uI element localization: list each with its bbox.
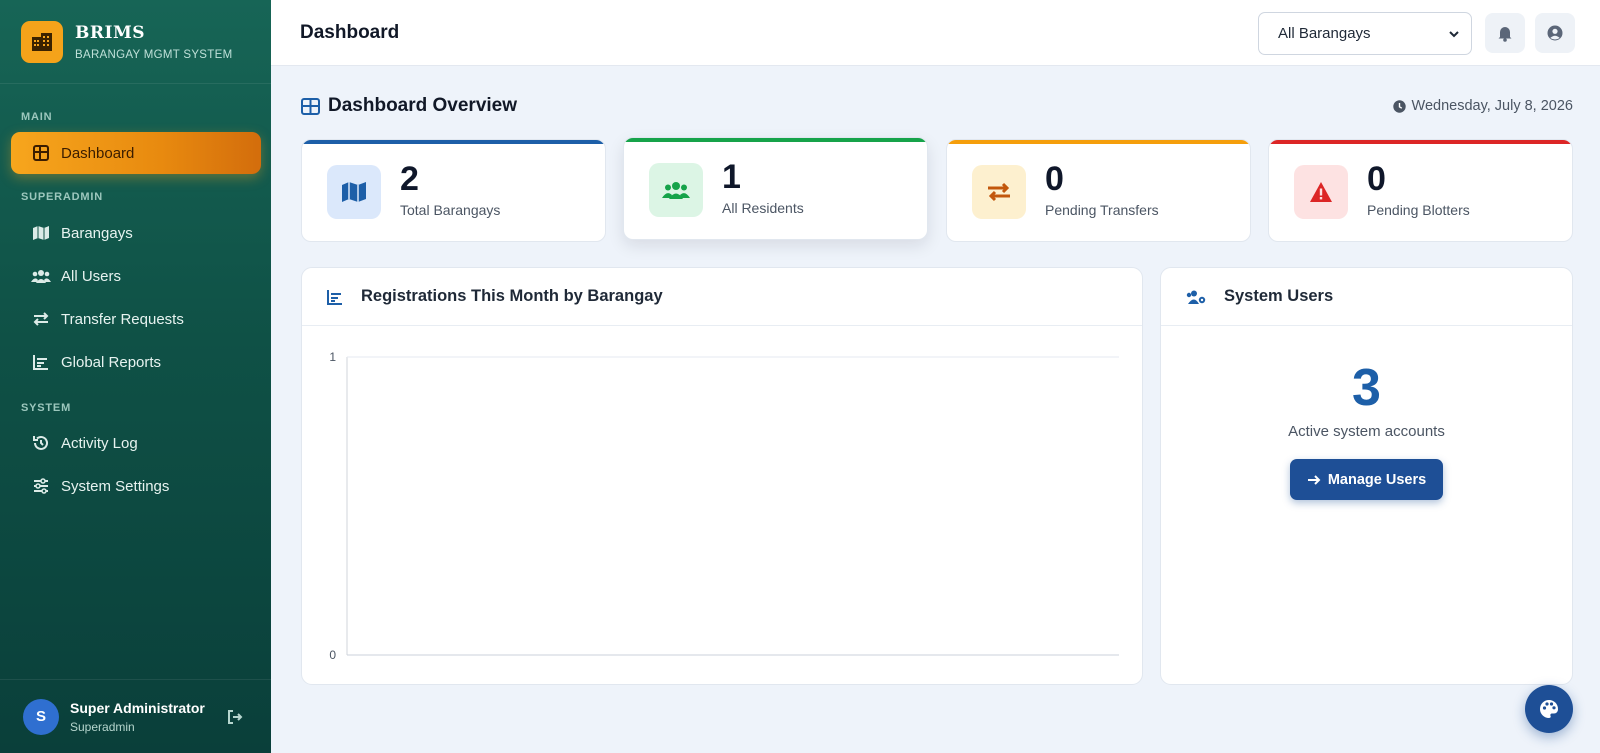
card-title: System Users [1224, 287, 1334, 305]
stat-value: 0 [1367, 160, 1386, 198]
system-users-count: 3 [1352, 359, 1381, 417]
users-cog-icon [1186, 289, 1206, 305]
section-label-main: MAIN [21, 111, 53, 123]
chart-icon [31, 352, 51, 372]
user-name: Super Administrator [70, 699, 205, 716]
sidebar: BRIMS BARANGAY MGMT SYSTEM MAIN Dashboar… [0, 0, 271, 753]
sidebar-item-label: Barangays [61, 224, 133, 242]
registrations-chart-svg: 01 [329, 350, 1119, 662]
sidebar-item-activity-log[interactable]: Activity Log [11, 422, 261, 464]
stat-card-pending-transfers[interactable]: 0 Pending Transfers [946, 139, 1251, 242]
section-label-superadmin: SUPERADMIN [21, 191, 103, 203]
logout-icon[interactable] [227, 709, 243, 725]
stat-value: 2 [400, 160, 419, 198]
clock-icon [1392, 99, 1406, 113]
users-icon [31, 266, 51, 286]
sidebar-item-global-reports[interactable]: Global Reports [11, 341, 261, 383]
sidebar-item-label: Transfer Requests [61, 310, 184, 328]
building-icon [21, 20, 63, 63]
user-circle-icon [1547, 25, 1563, 41]
brand-title: BRIMS [75, 22, 146, 43]
stat-card-all-residents[interactable]: 1 All Residents [623, 137, 928, 240]
topbar: Dashboard All Barangays [271, 0, 1600, 66]
stat-label: Pending Blotters [1367, 202, 1470, 218]
stat-label: Pending Transfers [1045, 202, 1159, 218]
stat-value: 1 [722, 158, 741, 196]
stat-label: Total Barangays [400, 202, 501, 218]
manage-users-label: Manage Users [1327, 471, 1427, 488]
sidebar-item-system-settings[interactable]: System Settings [11, 465, 261, 507]
sidebar-item-dashboard[interactable]: Dashboard [11, 132, 261, 174]
brand: BRIMS BARANGAY MGMT SYSTEM [0, 0, 271, 84]
y-tick-label: 0 [329, 648, 336, 662]
user-profile: S Super Administrator Superadmin [0, 679, 271, 753]
stat-card-pending-blotters[interactable]: 0 Pending Blotters [1268, 139, 1573, 242]
sidebar-item-label: Global Reports [61, 353, 162, 371]
users-icon [649, 163, 703, 217]
chart-icon [327, 289, 343, 305]
registrations-chart: 01 [302, 327, 1142, 684]
history-icon [31, 433, 51, 453]
page-title: Dashboard [300, 22, 400, 43]
palette-icon [1539, 699, 1559, 719]
sidebar-item-all-users[interactable]: All Users [11, 255, 261, 297]
system-users-card: System Users 3 Active system accounts Ma… [1160, 267, 1573, 685]
notification-button[interactable] [1485, 13, 1525, 53]
sidebar-item-label: System Settings [61, 477, 170, 495]
user-role: Superadmin [70, 719, 135, 734]
sidebar-item-label: All Users [61, 267, 122, 285]
arrow-right-icon [1307, 474, 1321, 486]
sidebar-item-barangays[interactable]: Barangays [11, 212, 261, 254]
brand-subtitle: BARANGAY MGMT SYSTEM [75, 48, 233, 61]
stat-accent-bar [302, 140, 605, 144]
overview-title: Dashboard Overview [301, 95, 517, 117]
barangay-filter-select[interactable]: All Barangays [1258, 12, 1472, 55]
avatar: S [23, 698, 59, 735]
grid-icon [301, 97, 320, 115]
registrations-chart-card: Registrations This Month by Barangay 01 [301, 267, 1143, 685]
system-users-label: Active system accounts [1288, 423, 1445, 440]
stat-accent-bar [624, 138, 927, 142]
y-tick-label: 1 [329, 350, 336, 364]
sidebar-item-label: Dashboard [61, 144, 135, 162]
sidebar-item-transfer-requests[interactable]: Transfer Requests [11, 298, 261, 340]
card-header: Registrations This Month by Barangay [302, 268, 1142, 326]
transfer-icon [972, 165, 1026, 219]
stat-label: All Residents [722, 200, 804, 216]
barangay-filter-value: All Barangays [1278, 25, 1371, 42]
current-date-text: Wednesday, July 8, 2026 [1411, 98, 1573, 114]
map-icon [327, 165, 381, 219]
bell-icon [1497, 25, 1513, 42]
stat-value: 0 [1045, 160, 1064, 198]
section-label-system: SYSTEM [21, 402, 72, 414]
alert-icon [1294, 165, 1348, 219]
stat-accent-bar [947, 140, 1250, 144]
overview-title-text: Dashboard Overview [328, 95, 518, 116]
map-icon [31, 223, 51, 243]
transfer-icon [31, 309, 51, 329]
sliders-icon [31, 476, 51, 496]
profile-button[interactable] [1535, 13, 1575, 53]
current-date: Wednesday, July 8, 2026 [1392, 98, 1573, 114]
card-header: System Users [1161, 268, 1572, 326]
stat-card-total-barangays[interactable]: 2 Total Barangays [301, 139, 606, 242]
grid-icon [31, 143, 51, 163]
sidebar-item-label: Activity Log [61, 434, 138, 452]
manage-users-button[interactable]: Manage Users [1290, 459, 1443, 500]
card-title: Registrations This Month by Barangay [361, 287, 663, 305]
stat-accent-bar [1269, 140, 1572, 144]
theme-palette-button[interactable] [1525, 685, 1573, 733]
chevron-down-icon [1448, 27, 1460, 44]
